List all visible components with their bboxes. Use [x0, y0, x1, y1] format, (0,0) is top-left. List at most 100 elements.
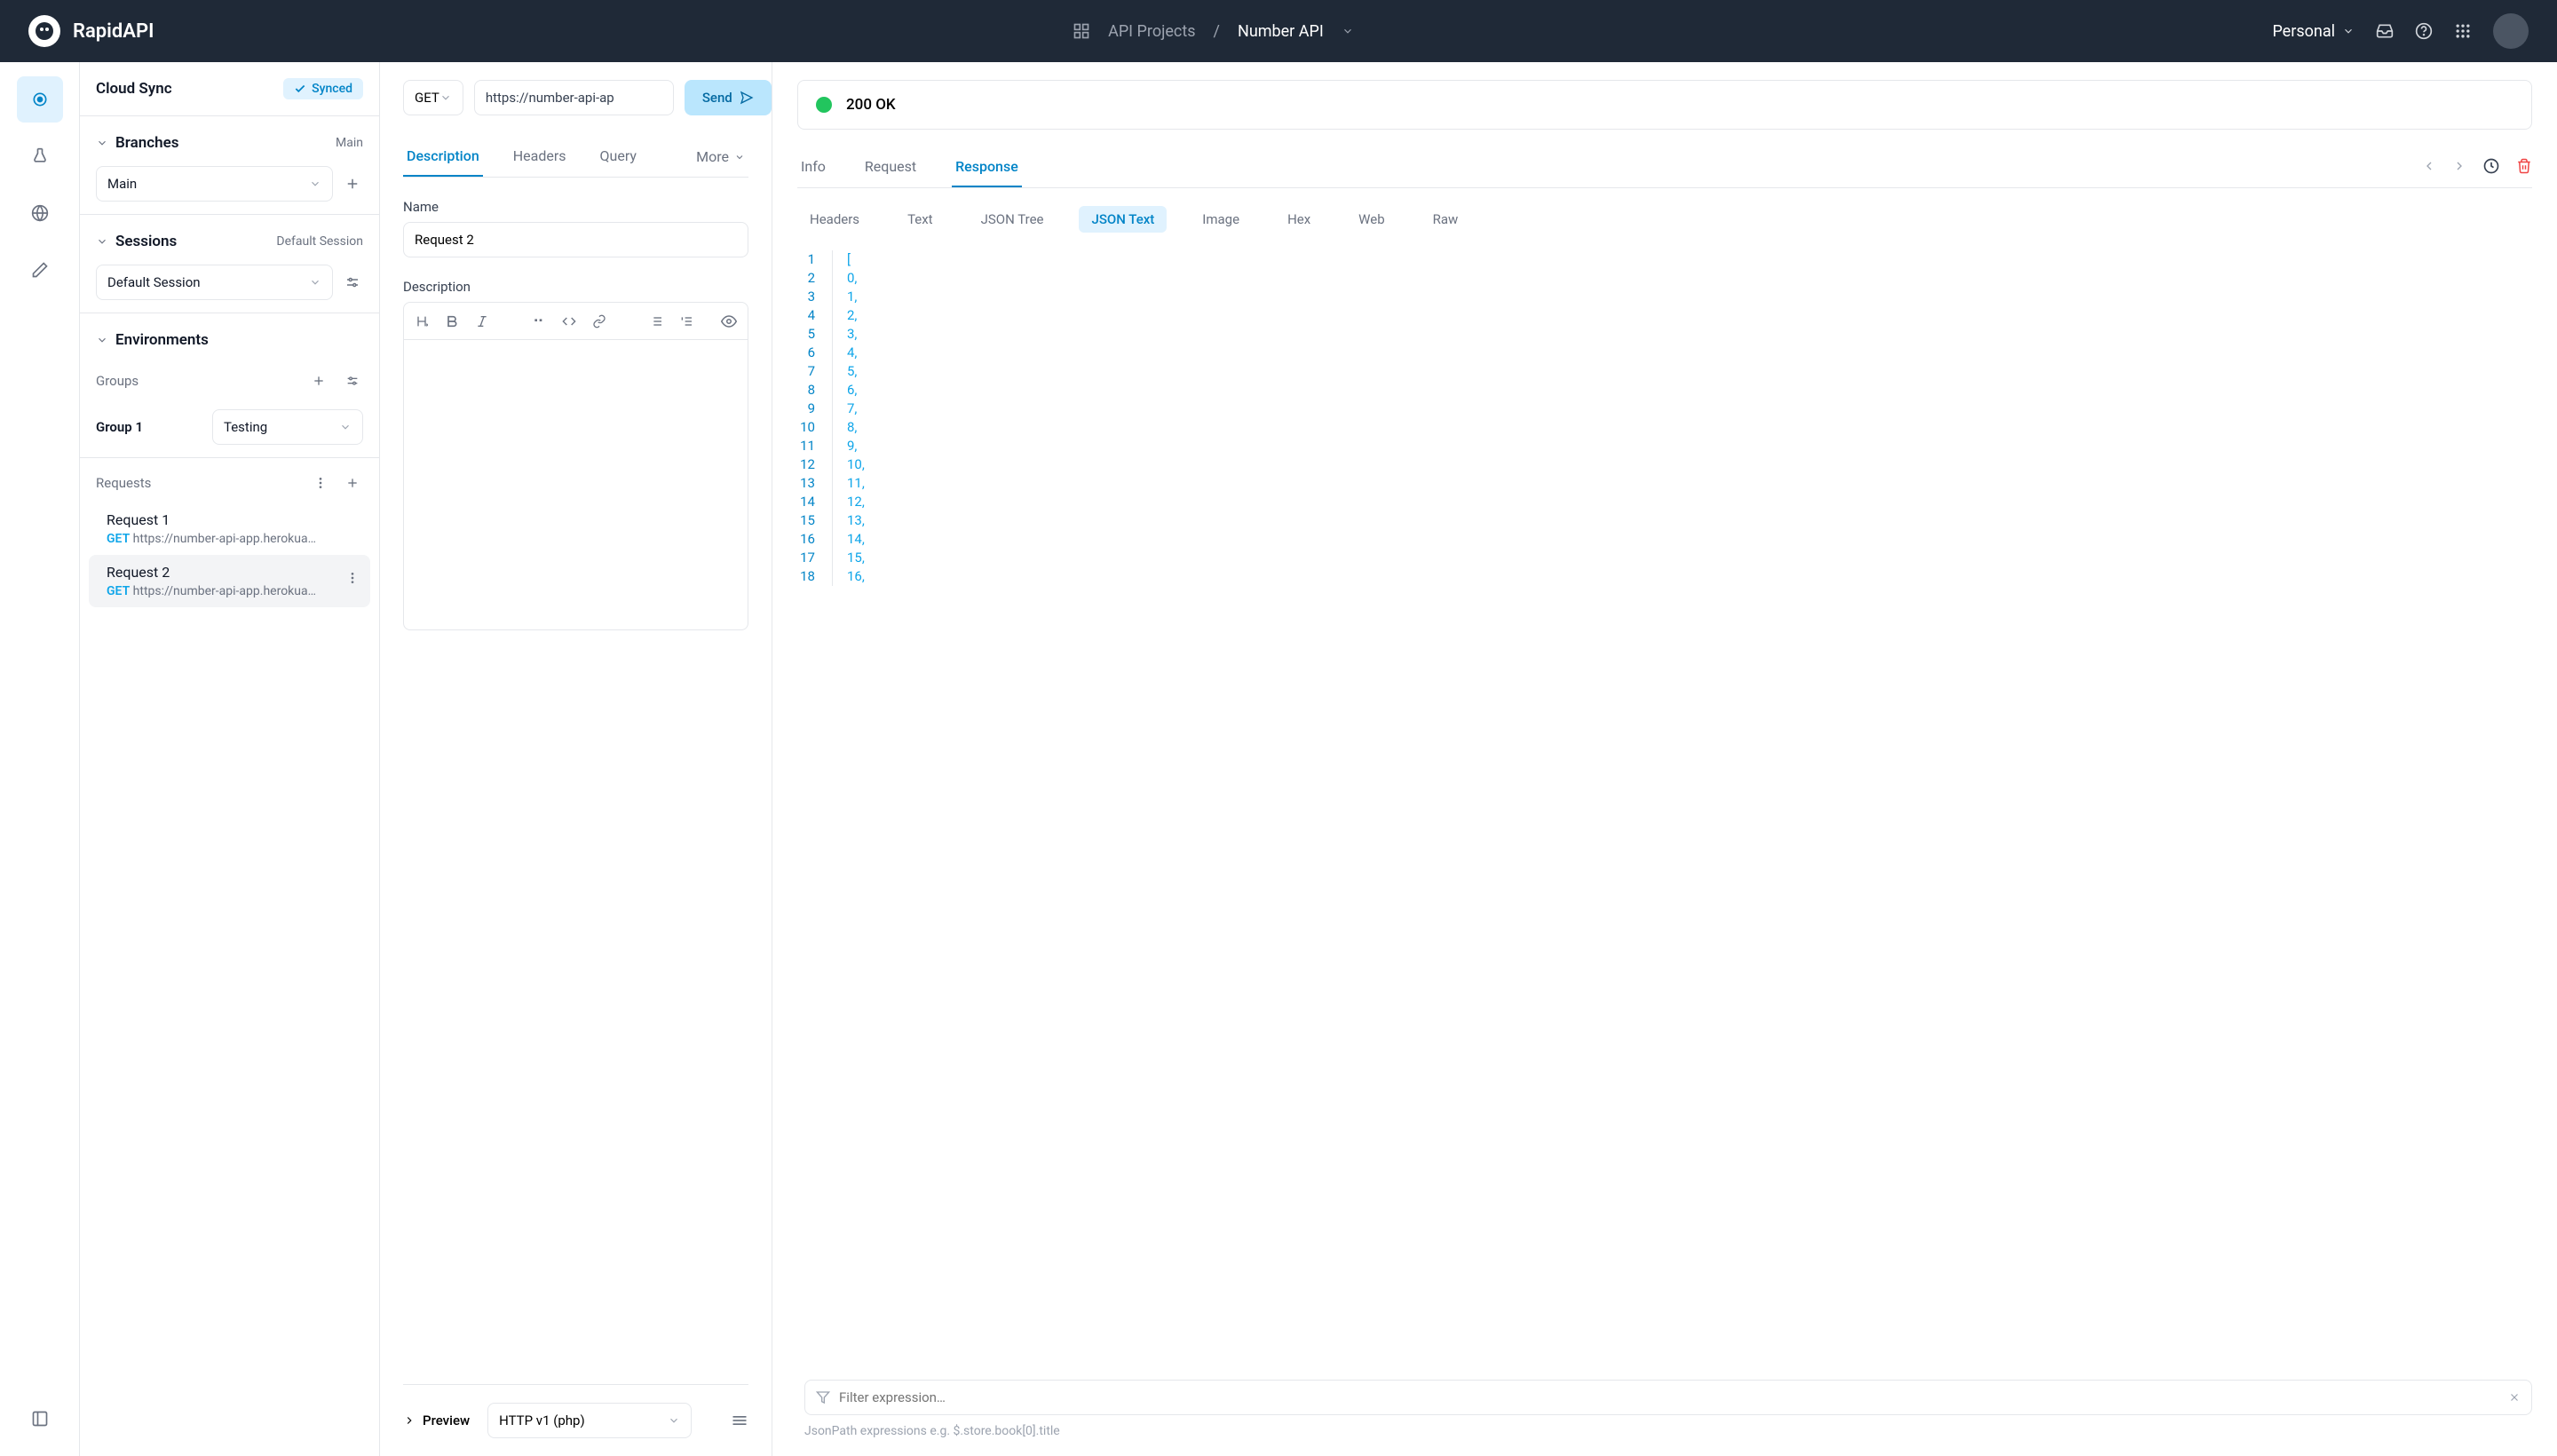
chevron-down-icon[interactable]: [96, 334, 108, 346]
view-tab-headers[interactable]: Headers: [797, 206, 872, 233]
chevron-down-icon: [2342, 25, 2355, 37]
header-actions: Personal: [2272, 13, 2529, 49]
view-tab-json-tree[interactable]: JSON Tree: [969, 206, 1057, 233]
breadcrumb-project[interactable]: Number API: [1238, 22, 1324, 41]
chevron-right-icon: [403, 1414, 416, 1427]
requests-label: Requests: [96, 475, 151, 491]
name-label: Name: [403, 199, 748, 215]
inbox-icon[interactable]: [2376, 22, 2394, 40]
view-tab-text[interactable]: Text: [895, 206, 946, 233]
filter-input-wrap: [804, 1380, 2532, 1415]
branch-select[interactable]: Main: [96, 166, 333, 202]
session-settings-button[interactable]: [342, 272, 363, 293]
view-tab-json-text[interactable]: JSON Text: [1079, 206, 1167, 233]
rail-requests[interactable]: [17, 76, 63, 123]
history-prev-button[interactable]: [2422, 159, 2436, 173]
chevron-down-icon: [668, 1414, 680, 1427]
heading-icon[interactable]: [415, 314, 429, 328]
preview-icon[interactable]: [721, 313, 737, 329]
tab-more[interactable]: More: [693, 140, 748, 177]
session-select[interactable]: Default Session: [96, 265, 333, 300]
breadcrumb-sep: /: [1214, 22, 1220, 41]
group-settings-button[interactable]: [342, 370, 363, 392]
tab-request[interactable]: Request: [861, 151, 920, 187]
tab-more-label: More: [696, 148, 729, 165]
chevron-down-icon[interactable]: [96, 235, 108, 248]
rail-tests[interactable]: [17, 133, 63, 179]
tab-query[interactable]: Query: [597, 140, 640, 177]
view-tab-raw[interactable]: Raw: [1421, 206, 1471, 233]
code-line: 8 6,: [797, 381, 2532, 400]
clear-filter-button[interactable]: [2508, 1391, 2521, 1404]
rail-edit[interactable]: [17, 247, 63, 293]
request-item-1[interactable]: Request 1 GET https://number-api-app.her…: [80, 502, 379, 555]
filter-input[interactable]: [839, 1389, 2499, 1405]
request-item-2[interactable]: Request 2 GET https://number-api-app.her…: [89, 555, 370, 607]
status-indicator: [816, 97, 832, 113]
preview-menu-button[interactable]: [731, 1412, 748, 1429]
tab-headers[interactable]: Headers: [510, 140, 570, 177]
language-select[interactable]: HTTP v1 (php): [487, 1403, 692, 1438]
tab-response[interactable]: Response: [952, 151, 1022, 187]
language-value: HTTP v1 (php): [499, 1412, 585, 1428]
quote-icon[interactable]: [532, 314, 546, 328]
add-group-button[interactable]: [308, 370, 329, 392]
code-line: 15 13,: [797, 511, 2532, 530]
view-tab-web[interactable]: Web: [1346, 206, 1397, 233]
breadcrumb-projects[interactable]: API Projects: [1108, 22, 1195, 41]
filter-hint: JsonPath expressions e.g. $.store.book[0…: [804, 1424, 2532, 1438]
icon-rail: [0, 62, 80, 1456]
list-icon[interactable]: [649, 314, 663, 328]
environments-title: Environments: [115, 331, 209, 349]
workspace-selector[interactable]: Personal: [2272, 22, 2355, 41]
bold-icon[interactable]: [445, 314, 459, 328]
chevron-down-icon[interactable]: [1342, 25, 1354, 37]
sidebar: Cloud Sync Synced Branches Main Main: [80, 62, 380, 1456]
code-line: 5 3,: [797, 325, 2532, 344]
delete-button[interactable]: [2516, 158, 2532, 174]
ordered-list-icon[interactable]: [679, 314, 693, 328]
plus-icon: [345, 476, 360, 490]
code-line: 10 8,: [797, 418, 2532, 437]
view-tab-image[interactable]: Image: [1190, 206, 1252, 233]
code-icon[interactable]: [562, 314, 576, 328]
environment-select-value: Testing: [224, 419, 267, 435]
send-button[interactable]: Send: [685, 80, 772, 115]
description-textarea[interactable]: [404, 340, 748, 629]
more-vertical-icon: [345, 571, 360, 585]
group-1-label: Group 1: [96, 419, 202, 435]
avatar[interactable]: [2493, 13, 2529, 49]
tab-description[interactable]: Description: [403, 140, 483, 177]
sync-badge[interactable]: Synced: [283, 78, 363, 99]
help-icon[interactable]: [2415, 22, 2433, 40]
code-line: 6 4,: [797, 344, 2532, 362]
history-next-button[interactable]: [2452, 159, 2466, 173]
preview-toggle[interactable]: Preview: [403, 1412, 470, 1428]
rail-collapse[interactable]: [17, 1396, 63, 1442]
request-item-url: https://number-api-app.herokua…: [133, 532, 316, 546]
workspace-label: Personal: [2272, 22, 2335, 41]
branches-status: Main: [336, 136, 363, 150]
italic-icon[interactable]: [475, 314, 489, 328]
method-select[interactable]: GET: [403, 80, 463, 115]
name-input[interactable]: [403, 222, 748, 257]
response-body[interactable]: 1 [2 0,3 1,4 2,5 3,6 4,7 5,8 6,9 7,10 8,…: [797, 250, 2532, 586]
sliders-icon: [345, 374, 360, 388]
code-line: 16 14,: [797, 530, 2532, 549]
sessions-status: Default Session: [276, 234, 363, 249]
request-item-name: Request 2: [107, 564, 354, 581]
chevron-down-icon[interactable]: [96, 137, 108, 149]
add-request-button[interactable]: [342, 472, 363, 494]
environment-select[interactable]: Testing: [212, 409, 363, 445]
add-branch-button[interactable]: [342, 173, 363, 194]
url-input[interactable]: [474, 80, 674, 115]
filter-icon: [816, 1390, 830, 1405]
tab-info[interactable]: Info: [797, 151, 829, 187]
view-tab-hex[interactable]: Hex: [1275, 206, 1323, 233]
rail-globe[interactable]: [17, 190, 63, 236]
history-button[interactable]: [2482, 157, 2500, 175]
apps-icon[interactable]: [2454, 22, 2472, 40]
request-item-more-button[interactable]: [345, 571, 360, 585]
link-icon[interactable]: [592, 314, 606, 328]
requests-more-button[interactable]: [310, 472, 331, 494]
